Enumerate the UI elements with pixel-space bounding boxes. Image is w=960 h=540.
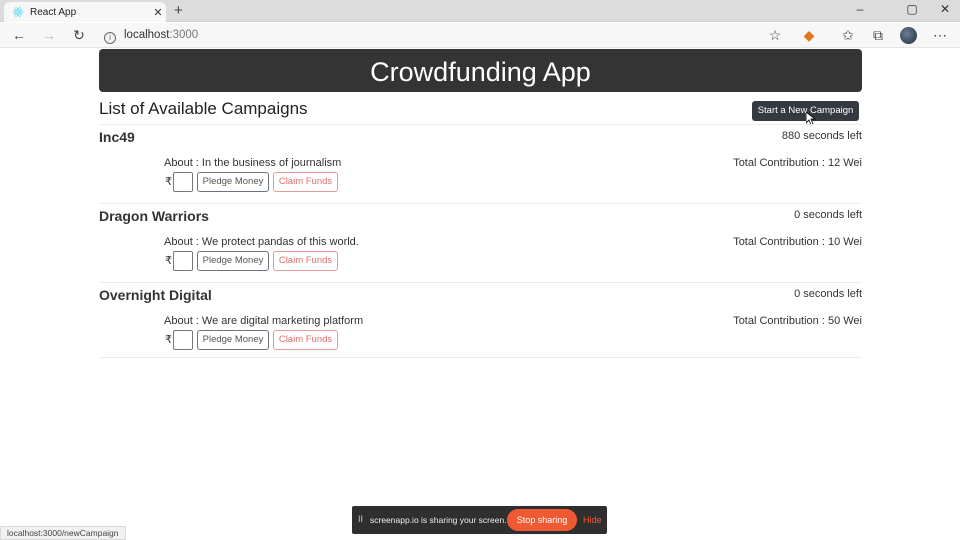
more-icon[interactable]: ⋯ [931, 26, 949, 44]
stop-sharing-button[interactable]: Stop sharing [507, 509, 577, 531]
hide-share-bar-link[interactable]: Hide [583, 515, 602, 525]
pledge-amount-input[interactable] [173, 330, 193, 350]
campaign-total-contribution: Total Contribution : 12 Wei [733, 157, 862, 169]
tab-title: React App [30, 6, 77, 18]
claim-funds-button[interactable]: Claim Funds [273, 172, 338, 192]
rupee-icon: ₹ [165, 176, 172, 188]
collections-icon[interactable]: ⧉ [869, 26, 887, 44]
new-tab-icon[interactable]: + [174, 2, 183, 19]
close-tab-icon[interactable]: ✕ [150, 6, 166, 19]
page-content: Crowdfunding App List of Available Campa… [0, 49, 960, 540]
campaign-name: Inc49 [99, 129, 135, 145]
page-title: Crowdfunding App [99, 49, 862, 92]
react-logo-icon [12, 7, 24, 17]
campaign-time-left: 0 seconds left [794, 288, 862, 300]
campaign-card: Overnight Digital 0 seconds left About :… [99, 282, 862, 362]
close-window-icon[interactable]: ✕ [937, 2, 953, 16]
status-url: localhost:3000/newCampaign [0, 526, 126, 540]
url-host: localhost [124, 29, 170, 41]
browser-toolbar: ← → ↻ i localhost:3000 ☆ ◆ ✩ ⧉ ⋯ [0, 23, 960, 48]
pledge-money-button[interactable]: Pledge Money [197, 172, 269, 192]
pledge-amount-input[interactable] [173, 251, 193, 271]
divider [99, 357, 862, 358]
pledge-amount-input[interactable] [173, 172, 193, 192]
star-icon[interactable]: ☆ [766, 26, 784, 44]
campaign-name: Dragon Warriors [99, 208, 209, 224]
tab-react-app[interactable]: React App ✕ [4, 2, 166, 22]
campaign-total-contribution: Total Contribution : 50 Wei [733, 315, 862, 327]
metamask-extension-icon[interactable]: ◆ [800, 26, 818, 44]
pledge-money-button[interactable]: Pledge Money [197, 251, 269, 271]
campaign-name: Overnight Digital [99, 287, 212, 303]
campaign-card: Inc49 880 seconds left About : In the bu… [99, 124, 862, 204]
maximize-icon[interactable]: ▢ [904, 2, 920, 16]
favorites-icon[interactable]: ✩ [839, 26, 857, 44]
campaign-about: About : We protect pandas of this world. [164, 236, 359, 248]
claim-funds-button[interactable]: Claim Funds [273, 330, 338, 350]
address-bar[interactable]: i localhost:3000 [104, 25, 794, 45]
campaign-card: Dragon Warriors 0 seconds left About : W… [99, 203, 862, 283]
rupee-icon: ₹ [165, 255, 172, 267]
pledge-money-button[interactable]: Pledge Money [197, 330, 269, 350]
info-icon[interactable]: i [104, 32, 116, 44]
back-icon[interactable]: ← [10, 26, 28, 44]
browser-tab-strip: React App ✕ + – ▢ ✕ [0, 0, 960, 22]
rupee-icon: ₹ [165, 334, 172, 346]
campaign-about: About : In the business of journalism [164, 157, 342, 169]
screen-share-bar: II screenapp.io is sharing your screen. … [352, 506, 607, 534]
list-title: List of Available Campaigns [99, 99, 308, 118]
campaign-about: About : We are digital marketing platfor… [164, 315, 364, 327]
campaign-time-left: 0 seconds left [794, 209, 862, 221]
campaign-total-contribution: Total Contribution : 10 Wei [733, 236, 862, 248]
url-port: :3000 [169, 29, 199, 41]
refresh-icon[interactable]: ↻ [70, 26, 88, 44]
share-message: screenapp.io is sharing your screen. [370, 515, 507, 525]
forward-icon[interactable]: → [40, 26, 58, 44]
claim-funds-button[interactable]: Claim Funds [273, 251, 338, 271]
campaign-time-left: 880 seconds left [781, 130, 862, 142]
profile-avatar[interactable] [900, 27, 917, 44]
minimize-icon[interactable]: – [852, 2, 868, 16]
pause-icon: II [358, 514, 364, 524]
